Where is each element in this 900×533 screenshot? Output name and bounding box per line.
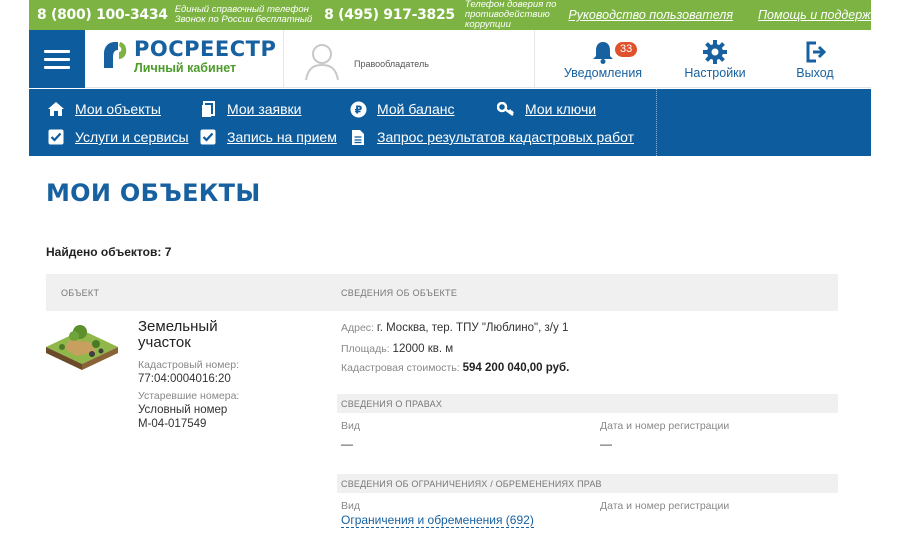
user-manual-link[interactable]: Руководство пользователя: [568, 8, 733, 22]
objects-found-count: Найдено объектов: 7: [46, 245, 172, 259]
area-row: Площадь: 12000 кв. м: [341, 343, 453, 355]
nav-cadastral-results[interactable]: Запрос результатов кадастровых работ: [349, 128, 634, 146]
cadastral-number-label: Кадастровый номер:: [138, 359, 240, 371]
owner-role-label: Правообладатель: [354, 59, 429, 69]
nav-my-requests[interactable]: Мои заявки: [199, 100, 301, 118]
burger-line: [44, 65, 70, 69]
logout-icon: [806, 41, 827, 63]
settings-label: Настройки: [684, 66, 746, 80]
settings-button[interactable]: Настройки: [679, 38, 751, 80]
main-navigation: Мои объекты Мои заявки ₽ Мой баланс Мои …: [29, 89, 871, 156]
notifications-count-badge: 33: [615, 42, 638, 57]
notifications-label: Уведомления: [563, 66, 643, 80]
burger-line: [44, 57, 70, 61]
burger-line: [44, 49, 70, 53]
old-numbers-label: Устаревшие номера:: [138, 390, 240, 402]
gear-icon: [703, 40, 727, 64]
brand-name: РОСРЕЕСТР: [134, 37, 277, 61]
nav-my-objects-label: Мои объекты: [75, 101, 161, 117]
restrictions-link[interactable]: Ограничения и обременения (692): [341, 513, 534, 528]
header: РОСРЕЕСТР Личный кабинет Правообладатель…: [29, 30, 871, 88]
header-divider: [283, 30, 284, 88]
cadastral-number-value: 77:04:0004016:20: [138, 373, 231, 385]
address-row: Адрес: г. Москва, тер. ТПУ "Люблино", з/…: [341, 322, 568, 334]
avatar[interactable]: [302, 40, 342, 80]
old-numbers-line2: М-04-017549: [138, 418, 207, 430]
hotline-phone: 8 (800) 100-3434: [37, 7, 168, 23]
ruble-coin-icon: ₽: [349, 100, 367, 118]
area-label: Площадь:: [341, 343, 390, 355]
restrictions-kind-label: Вид: [341, 500, 360, 512]
old-numbers-line1: Условный номер: [138, 404, 228, 416]
object-type-line1: Земельный: [138, 318, 218, 335]
hotline-note-line2: Звонок по России бесплатный: [174, 14, 313, 25]
column-header-object: ОБЪЕКТ: [61, 288, 100, 298]
nav-cadastral-results-label: Запрос результатов кадастровых работ: [377, 129, 635, 145]
cadastral-cost-row: Кадастровая стоимость: 594 200 040,00 ру…: [341, 362, 569, 374]
document-icon: [199, 100, 217, 118]
trust-note-line3: коррупции: [464, 19, 511, 30]
area-value: 12000 кв. м: [392, 343, 454, 355]
notifications-button[interactable]: 33 Уведомления: [563, 38, 643, 80]
key-icon: [497, 100, 515, 118]
brand-subtitle: Личный кабинет: [134, 61, 237, 75]
rights-kind-value: —: [341, 437, 353, 451]
rosreestr-logo[interactable]: РОСРЕЕСТР Личный кабинет: [102, 38, 276, 75]
home-icon: [47, 100, 65, 118]
checkbox-icon: [47, 128, 65, 146]
nav-services[interactable]: Услуги и сервисы: [47, 128, 189, 146]
nav-my-objects[interactable]: Мои объекты: [47, 100, 161, 118]
nav-my-keys[interactable]: Мои ключи: [497, 100, 596, 118]
rights-registration-value: —: [600, 437, 612, 451]
nav-my-keys-label: Мои ключи: [525, 101, 597, 117]
bell-icon: [593, 42, 613, 64]
nav-my-balance[interactable]: ₽ Мой баланс: [349, 100, 455, 118]
column-header-info: СВЕДЕНИЯ ОБ ОБЪЕКТЕ: [341, 288, 458, 298]
cadastral-cost-value: 594 200 040,00 руб.: [462, 362, 570, 374]
rights-kind-label: Вид: [341, 420, 360, 432]
nav-appointment[interactable]: Запись на прием: [199, 128, 337, 146]
restrictions-section-header: СВЕДЕНИЯ ОБ ОГРАНИЧЕНИЯХ / ОБРЕМЕНЕНИЯХ …: [337, 474, 838, 493]
objects-table-header: ОБЪЕКТ СВЕДЕНИЯ ОБ ОБЪЕКТЕ: [46, 274, 838, 311]
address-value: г. Москва, тер. ТПУ "Люблино", з/у 1: [376, 322, 569, 334]
nav-my-balance-label: Мой баланс: [377, 101, 455, 117]
header-divider: [534, 30, 535, 88]
nav-appointment-label: Запись на прием: [227, 129, 337, 145]
page-title: МОИ ОБЪЕКТЫ: [46, 179, 261, 207]
land-plot-icon[interactable]: [46, 322, 118, 372]
nav-divider: [656, 89, 657, 156]
trust-phone-note: Телефон доверия по противодействию корру…: [465, 0, 557, 30]
nav-services-label: Услуги и сервисы: [75, 129, 189, 145]
restrictions-registration-label: Дата и номер регистрации: [600, 500, 730, 512]
rosreestr-emblem-icon: [104, 42, 127, 68]
rights-registration-label: Дата и номер регистрации: [600, 420, 730, 432]
top-info-bar: 8 (800) 100-3434 Единый справочный телеф…: [29, 0, 884, 30]
menu-button[interactable]: [29, 30, 85, 88]
object-type[interactable]: Земельный участок: [138, 319, 248, 351]
help-support-link[interactable]: Помощь и поддержка: [758, 8, 884, 22]
object-type-line2: участок: [138, 334, 191, 351]
address-label: Адрес:: [341, 322, 374, 334]
document-lines-icon: [349, 128, 367, 146]
logout-button[interactable]: Выход: [789, 38, 841, 80]
rights-section-header: СВЕДЕНИЯ О ПРАВАХ: [337, 394, 838, 413]
hotline-note: Единый справочный телефон Звонок по Росс…: [175, 5, 312, 25]
trust-phone: 8 (495) 917-3825: [324, 7, 455, 23]
checkbox-icon: [199, 128, 217, 146]
svg-text:₽: ₽: [354, 103, 362, 116]
nav-my-requests-label: Мои заявки: [227, 101, 302, 117]
cadastral-cost-label: Кадастровая стоимость:: [341, 362, 460, 374]
logout-label: Выход: [796, 66, 834, 80]
